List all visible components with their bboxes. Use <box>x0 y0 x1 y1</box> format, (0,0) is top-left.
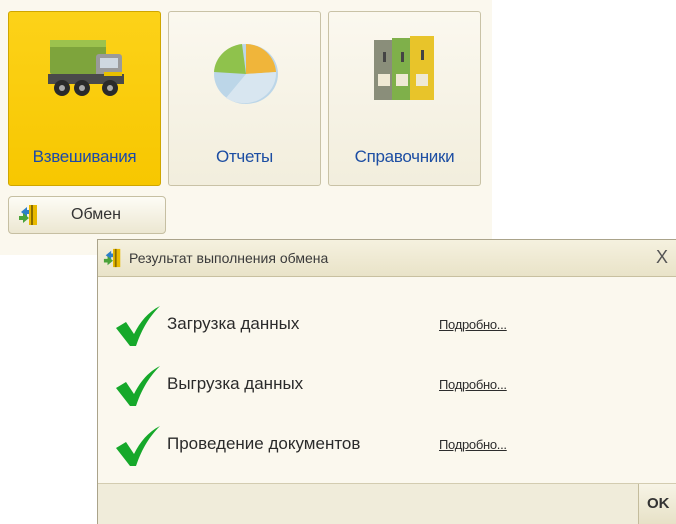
dialog-titlebar[interactable]: Результат выполнения обмена X <box>98 240 676 277</box>
dialog-footer: OK <box>98 483 676 524</box>
result-row-posting: Проведение документов Подробно... <box>98 424 676 468</box>
exchange-icon <box>103 248 121 268</box>
truck-icon <box>48 40 124 96</box>
tile-label: Отчеты <box>216 147 273 166</box>
result-row-unload: Выгрузка данных Подробно... <box>98 364 676 408</box>
details-link[interactable]: Подробно... <box>439 437 507 452</box>
check-icon <box>116 306 160 346</box>
exchange-button-label: Обмен <box>71 206 121 223</box>
exchange-result-dialog: Результат выполнения обмена X Загрузка д… <box>97 239 676 524</box>
result-text: Загрузка данных <box>167 314 300 333</box>
exchange-button[interactable]: Обмен <box>8 196 166 234</box>
tile-weighings[interactable]: Взвешивания <box>8 11 161 186</box>
tile-reports[interactable]: Отчеты <box>168 11 321 186</box>
result-row-load: Загрузка данных Подробно... <box>98 304 676 348</box>
main-panel: Взвешивания Отчеты Справочники Обмен <box>0 0 492 255</box>
ok-button[interactable]: OK <box>638 484 676 524</box>
check-icon <box>116 366 160 406</box>
tile-label: Справочники <box>354 147 455 166</box>
check-icon <box>116 426 160 466</box>
result-text: Проведение документов <box>167 434 361 453</box>
result-text: Выгрузка данных <box>167 374 304 393</box>
details-link[interactable]: Подробно... <box>439 377 507 392</box>
close-icon[interactable]: X <box>656 246 676 268</box>
details-link[interactable]: Подробно... <box>439 317 507 332</box>
pie-chart-icon <box>214 43 278 104</box>
tile-references[interactable]: Справочники <box>328 11 481 186</box>
dialog-title: Результат выполнения обмена <box>129 250 329 266</box>
binders-icon <box>374 36 434 100</box>
tile-label: Взвешивания <box>32 147 137 166</box>
exchange-icon <box>19 205 37 225</box>
